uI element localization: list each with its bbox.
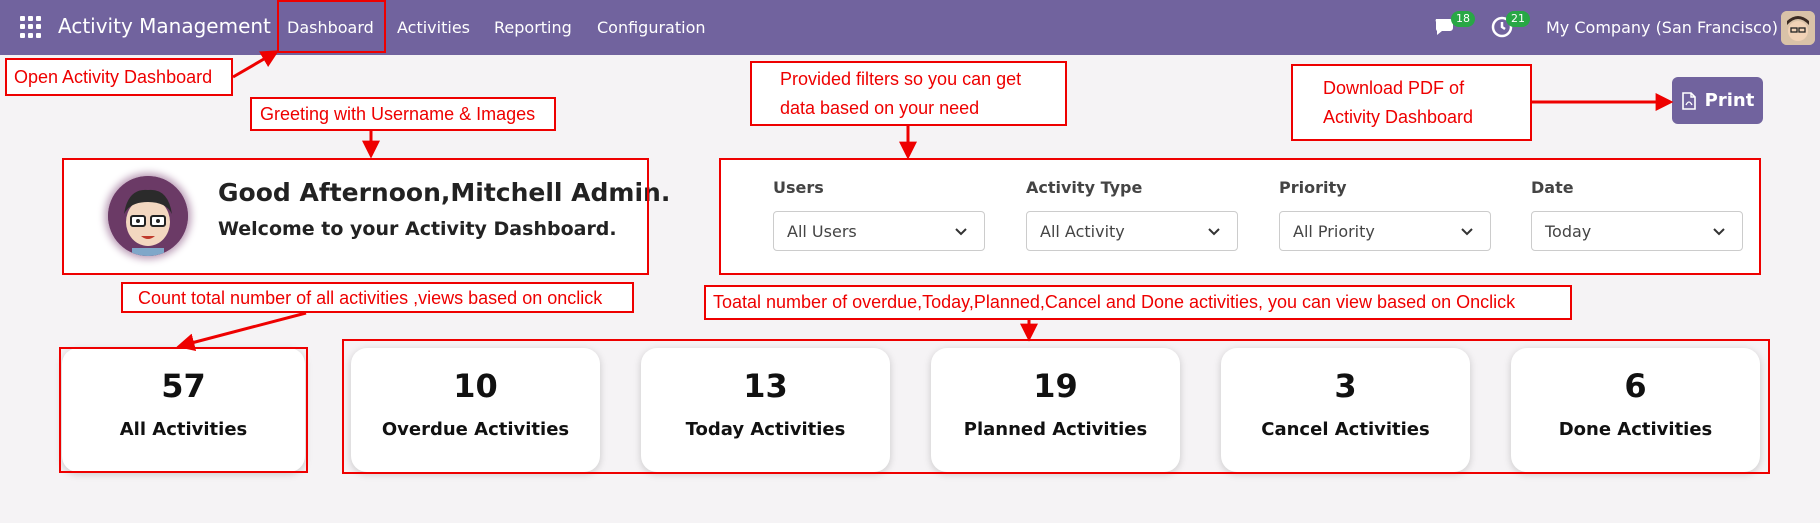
annotation-filters-line2: data based on your need: [780, 98, 980, 118]
all-activities-highlight: [59, 347, 308, 473]
filters-highlight: [719, 158, 1761, 275]
activity-counts-highlight: [342, 339, 1770, 474]
file-pdf-icon: [1681, 91, 1696, 110]
menu-configuration[interactable]: Configuration: [597, 18, 706, 37]
print-button[interactable]: Print: [1672, 77, 1763, 124]
arrow-to-dashboard-menu: [232, 50, 280, 79]
greeting-highlight: [62, 158, 649, 275]
annotation-open-dashboard: Open Activity Dashboard: [5, 58, 233, 96]
annotation-greeting: Greeting with Username & Images: [250, 97, 556, 131]
annotation-download-line1: Download PDF of: [1323, 78, 1465, 98]
print-label: Print: [1704, 90, 1755, 111]
annotation-download-pdf: Download PDF of Activity Dashboard: [1291, 64, 1532, 141]
app-title[interactable]: Activity Management: [58, 14, 271, 38]
annotation-count-each: Toatal number of overdue,Today,Planned,C…: [704, 285, 1572, 320]
annotation-download-line2: Activity Dashboard: [1323, 107, 1474, 127]
annotation-filters: Provided filters so you can get data bas…: [750, 61, 1067, 126]
annotation-filters-line1: Provided filters so you can get: [780, 69, 1022, 89]
app-grid-icon[interactable]: [20, 16, 42, 38]
user-avatar[interactable]: [1781, 11, 1815, 45]
top-navbar: Activity Management Dashboard Activities…: [0, 0, 1820, 55]
company-switcher[interactable]: My Company (San Francisco): [1546, 18, 1778, 37]
menu-reporting[interactable]: Reporting: [494, 18, 572, 37]
arrow-to-all-activities: [176, 311, 307, 352]
dashboard-menu-highlight: [277, 0, 386, 53]
messages-badge: 18: [1451, 11, 1475, 27]
activities-badge: 21: [1506, 11, 1530, 27]
menu-activities[interactable]: Activities: [397, 18, 470, 37]
annotation-count-all: Count total number of all activities ,vi…: [121, 282, 634, 313]
